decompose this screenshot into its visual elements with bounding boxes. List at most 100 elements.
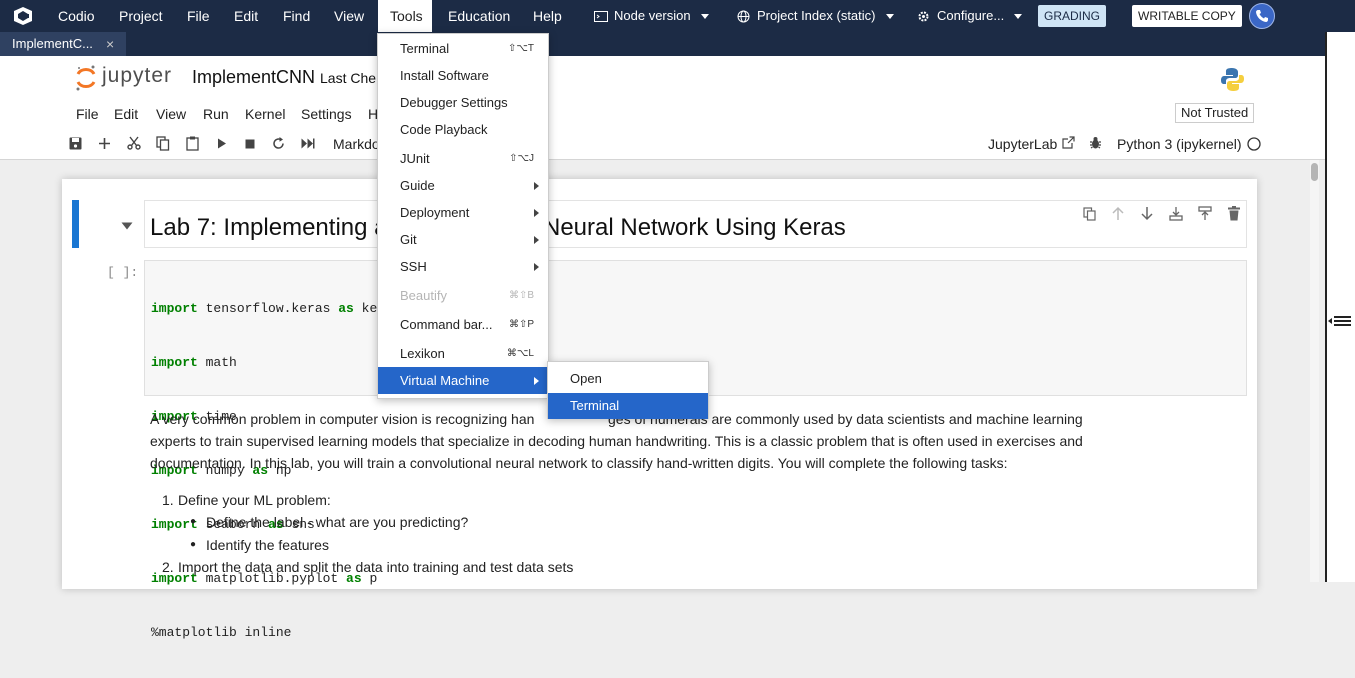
submenu-arrow-icon xyxy=(534,182,539,190)
menu-item-deployment[interactable]: Deployment xyxy=(378,199,548,226)
heading-text-left: Lab 7: Implementing a xyxy=(150,214,388,241)
save-icon[interactable] xyxy=(69,137,82,150)
list-item: Define your ML problem: xyxy=(178,492,331,508)
jp-menu-edit[interactable]: Edit xyxy=(114,106,138,122)
project-index-dropdown[interactable]: Project Index (static) xyxy=(737,0,894,32)
notebook-title[interactable]: ImplementCNN xyxy=(192,67,315,88)
shortcut: ⇧⌥T xyxy=(507,43,534,54)
submenu-item-terminal[interactable]: Terminal xyxy=(548,393,708,419)
code-line: import math xyxy=(151,355,237,370)
jupyter-logo-text: jupyter xyxy=(102,64,173,87)
list-item: Define the label - what are you predicti… xyxy=(206,514,469,530)
bug-icon[interactable] xyxy=(1089,136,1102,150)
menu-item-install-software[interactable]: Install Software xyxy=(378,62,548,89)
menu-item-lexikon[interactable]: Lexikon ⌘⌥L xyxy=(378,340,548,367)
collapse-heading-icon[interactable] xyxy=(121,222,133,230)
submenu-arrow-icon xyxy=(534,236,539,244)
external-link-icon[interactable] xyxy=(1062,136,1075,149)
insert-below-icon[interactable] xyxy=(1198,206,1212,221)
tools-dropdown-menu: Terminal ⇧⌥T Install Software Debugger Se… xyxy=(377,33,549,399)
menu-education[interactable]: Education xyxy=(448,0,510,32)
chevron-down-icon xyxy=(885,14,894,20)
cell-prompt: [ ]: xyxy=(107,265,139,280)
kernel-status-icon xyxy=(1247,137,1261,151)
menu-view[interactable]: View xyxy=(334,0,364,32)
shortcut: ⌘⌥L xyxy=(506,348,534,359)
menu-find[interactable]: Find xyxy=(283,0,310,32)
menu-item-ssh[interactable]: SSH xyxy=(378,253,548,280)
delete-cell-icon[interactable] xyxy=(1228,206,1240,221)
menu-item-git[interactable]: Git xyxy=(378,226,548,253)
code-line: %matplotlib inline xyxy=(151,625,292,640)
menu-help[interactable]: Help xyxy=(533,0,562,32)
shortcut: ⇧⌥J xyxy=(509,153,534,164)
jp-menu-view[interactable]: View xyxy=(156,106,186,122)
menu-item-guide[interactable]: Guide xyxy=(378,172,548,199)
md-line: A very common problem in computer vision… xyxy=(150,411,535,427)
heading-cell[interactable]: Lab 7: Implementing a Neural Network Usi… xyxy=(144,200,1247,248)
jupyterlab-link[interactable]: JupyterLab xyxy=(988,136,1057,152)
jupyter-logo-icon[interactable] xyxy=(75,64,97,92)
list-number: 1. xyxy=(162,492,174,508)
kernel-name[interactable]: Python 3 (ipykernel) xyxy=(1117,136,1242,152)
phone-icon xyxy=(1256,10,1268,22)
submenu-arrow-icon xyxy=(534,209,539,217)
list-item: Identify the features xyxy=(206,537,329,553)
jupyter-menubar: File Edit View Run Kernel Settings H Not… xyxy=(0,100,1325,129)
file-tab-bar xyxy=(0,32,1325,56)
jupyter-toolbar: Markdo JupyterLab Python 3 (ipykernel) xyxy=(0,128,1325,160)
writable-copy-button[interactable]: WRITABLE COPY xyxy=(1132,5,1242,27)
menu-item-virtual-machine[interactable]: Virtual Machine xyxy=(378,367,548,394)
virtual-machine-submenu: Open Terminal xyxy=(547,361,709,419)
codio-top-bar: Codio Project File Edit Find View Tools … xyxy=(0,0,1355,32)
file-tab[interactable]: ImplementC... × xyxy=(0,32,126,56)
move-up-icon[interactable] xyxy=(1111,206,1125,221)
paste-icon[interactable] xyxy=(186,136,199,151)
copy-icon[interactable] xyxy=(156,136,170,151)
cell-type-select[interactable]: Markdo xyxy=(333,136,380,152)
fast-forward-icon[interactable] xyxy=(301,138,315,149)
panel-collapse-icon[interactable] xyxy=(1327,314,1355,328)
menu-project[interactable]: Project xyxy=(119,0,163,32)
submenu-arrow-icon xyxy=(534,377,539,385)
menu-item-debugger-settings[interactable]: Debugger Settings xyxy=(378,89,548,116)
jp-menu-run[interactable]: Run xyxy=(203,106,229,122)
configure-label: Configure... xyxy=(937,8,1005,23)
jp-menu-kernel[interactable]: Kernel xyxy=(245,106,285,122)
md-line: documentation. In this lab, you will tra… xyxy=(150,455,1008,471)
terminal-small-icon xyxy=(594,11,608,23)
submenu-item-open[interactable]: Open xyxy=(548,366,708,392)
move-down-icon[interactable] xyxy=(1140,206,1154,221)
list-number: 2. xyxy=(162,559,174,575)
menu-item-code-playback[interactable]: Code Playback xyxy=(378,116,548,143)
close-icon[interactable]: × xyxy=(106,32,114,56)
codio-logo-icon[interactable] xyxy=(12,6,34,26)
configure-dropdown[interactable]: Configure... xyxy=(917,0,1023,32)
run-icon[interactable] xyxy=(217,138,227,149)
jp-menu-settings[interactable]: Settings xyxy=(301,106,352,122)
duplicate-cell-icon[interactable] xyxy=(1083,207,1096,221)
menu-edit[interactable]: Edit xyxy=(234,0,258,32)
heading-text-right: Neural Network Using Keras xyxy=(543,214,846,241)
node-version-dropdown[interactable]: Node version xyxy=(594,0,709,32)
add-cell-icon[interactable] xyxy=(98,137,111,150)
notebook-scrollbar[interactable] xyxy=(1310,160,1319,582)
call-button[interactable] xyxy=(1249,3,1275,29)
jp-menu-file[interactable]: File xyxy=(76,106,99,122)
menu-file[interactable]: File xyxy=(187,0,210,32)
markdown-cell[interactable]: A very common problem in computer vision… xyxy=(150,408,1245,578)
stop-icon[interactable] xyxy=(245,139,255,149)
menu-item-junit[interactable]: JUnit ⇧⌥J xyxy=(378,145,548,172)
menu-codio[interactable]: Codio xyxy=(58,0,95,32)
globe-icon xyxy=(737,10,750,23)
insert-above-icon[interactable] xyxy=(1169,206,1183,221)
menu-tools[interactable]: Tools xyxy=(390,0,423,32)
not-trusted-badge[interactable]: Not Trusted xyxy=(1175,103,1255,123)
menu-item-terminal[interactable]: Terminal ⇧⌥T xyxy=(378,35,548,62)
menu-item-command-bar[interactable]: Command bar... ⌘⇧P xyxy=(378,311,548,338)
grading-button[interactable]: GRADING xyxy=(1038,5,1107,27)
right-panel-strip xyxy=(1325,32,1355,582)
cut-icon[interactable] xyxy=(127,136,141,150)
node-version-label: Node version xyxy=(614,8,691,23)
restart-icon[interactable] xyxy=(272,137,285,150)
